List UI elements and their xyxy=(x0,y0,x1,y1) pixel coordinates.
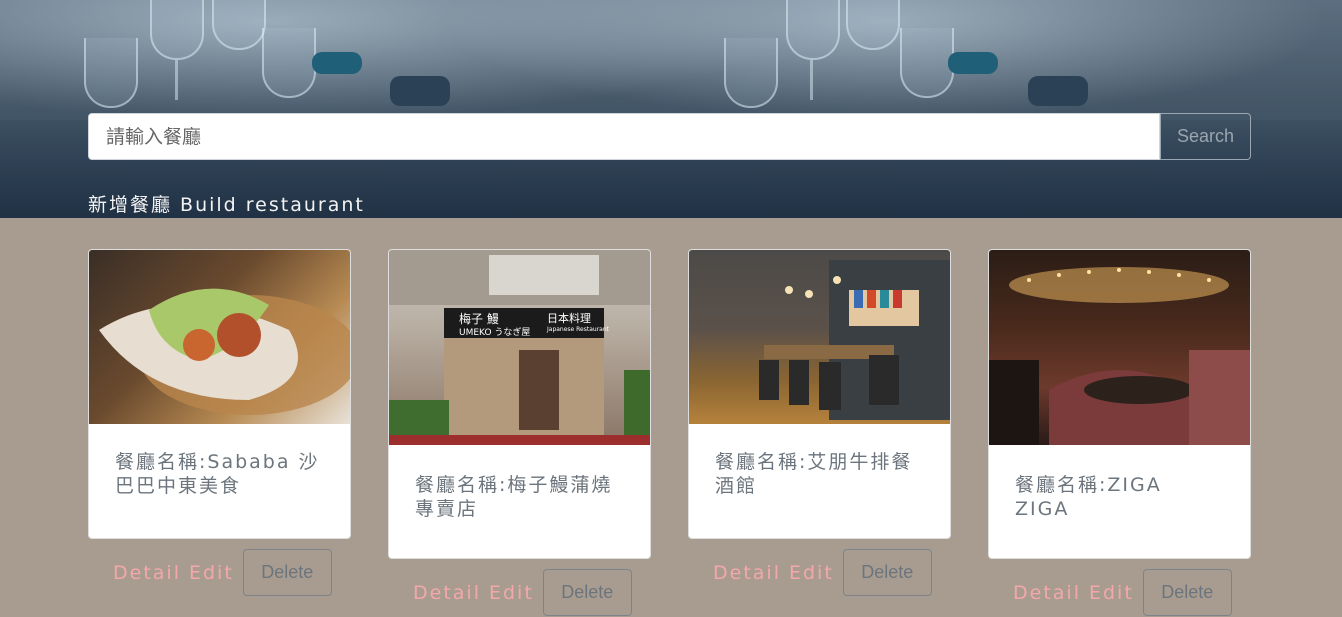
search-button[interactable]: Search xyxy=(1160,113,1251,160)
delete-button[interactable]: Delete xyxy=(1142,569,1232,616)
wine-glass-icon xyxy=(84,38,138,108)
detail-link[interactable]: Detail xyxy=(713,562,781,584)
hero-banner: Search 新增餐廳 Build restaurant xyxy=(0,0,1342,218)
restaurant-name: 餐廳名稱:Sababa 沙巴巴中東美食 xyxy=(115,451,320,497)
napkin-icon xyxy=(948,52,998,74)
dining-room-icon xyxy=(759,260,950,420)
delete-button[interactable]: Delete xyxy=(542,569,632,616)
napkin-icon xyxy=(390,76,450,106)
wine-glass-icon xyxy=(786,0,840,60)
restaurant-card: 餐廳名稱:ZIGA ZIGA xyxy=(988,249,1251,559)
search-bar: Search xyxy=(88,113,1251,160)
restaurant-card-column: 梅子 鰻 UMEKO うなぎ屋 日本料理 Japanese Restaurant… xyxy=(388,249,651,616)
restaurant-card-column: 餐廳名稱:Sababa 沙巴巴中東美食 Detail Edit Delete xyxy=(88,249,351,596)
card-actions: Detail Edit Delete xyxy=(388,569,651,616)
pita-food-photo xyxy=(89,250,350,424)
card-actions: Detail Edit Delete xyxy=(988,569,1251,616)
restaurant-card-column: 餐廳名稱:艾朋牛排餐酒館 Detail Edit Delete xyxy=(688,249,951,596)
edit-link[interactable]: Edit xyxy=(189,562,234,584)
storefront-sign-side: 日本料理 xyxy=(547,312,591,325)
card-actions: Detail Edit Delete xyxy=(88,549,351,596)
wine-glass-icon xyxy=(262,28,316,98)
delete-button[interactable]: Delete xyxy=(842,549,932,596)
detail-link[interactable]: Detail xyxy=(413,582,481,604)
bar-interior-icon xyxy=(989,267,1250,445)
card-actions: Detail Edit Delete xyxy=(688,549,951,596)
edit-link[interactable]: Edit xyxy=(789,562,834,584)
restaurant-name: 餐廳名稱:梅子鰻蒲燒專賣店 xyxy=(415,474,613,520)
edit-link[interactable]: Edit xyxy=(489,582,534,604)
edit-link[interactable]: Edit xyxy=(1089,582,1134,604)
restaurant-card: 梅子 鰻 UMEKO うなぎ屋 日本料理 Japanese Restaurant… xyxy=(388,249,651,559)
detail-link[interactable]: Detail xyxy=(113,562,181,584)
restaurant-card: 餐廳名稱:Sababa 沙巴巴中東美食 xyxy=(88,249,351,539)
glass-stem xyxy=(175,60,178,100)
storefront-sign-en: Japanese Restaurant xyxy=(547,326,609,333)
search-input[interactable] xyxy=(88,113,1160,160)
wine-glass-icon xyxy=(724,38,778,108)
detail-link[interactable]: Detail xyxy=(1013,582,1081,604)
wine-glass-icon xyxy=(900,28,954,98)
bar-interior-photo xyxy=(989,250,1250,445)
delete-button[interactable]: Delete xyxy=(242,549,332,596)
dining-room-photo xyxy=(689,250,950,424)
glass-stem xyxy=(810,60,813,100)
restaurant-card-column: 餐廳名稱:ZIGA ZIGA Detail Edit Delete xyxy=(988,249,1251,616)
pita-food-icon xyxy=(99,288,350,415)
storefront-icon xyxy=(389,250,650,445)
restaurant-name: 餐廳名稱:ZIGA ZIGA xyxy=(1015,474,1162,520)
napkin-icon xyxy=(312,52,362,74)
restaurant-name: 餐廳名稱:艾朋牛排餐酒館 xyxy=(715,451,913,497)
restaurant-card: 餐廳名稱:艾朋牛排餐酒館 xyxy=(688,249,951,539)
build-restaurant-link[interactable]: 新增餐廳 Build restaurant xyxy=(88,190,365,217)
napkin-icon xyxy=(1028,76,1088,106)
storefront-photo: 梅子 鰻 UMEKO うなぎ屋 日本料理 Japanese Restaurant xyxy=(389,250,650,445)
wine-glass-icon xyxy=(150,0,204,60)
storefront-sign-sub: UMEKO うなぎ屋 xyxy=(459,328,531,338)
wine-glass-icon xyxy=(846,0,900,50)
wine-glass-icon xyxy=(212,0,266,50)
